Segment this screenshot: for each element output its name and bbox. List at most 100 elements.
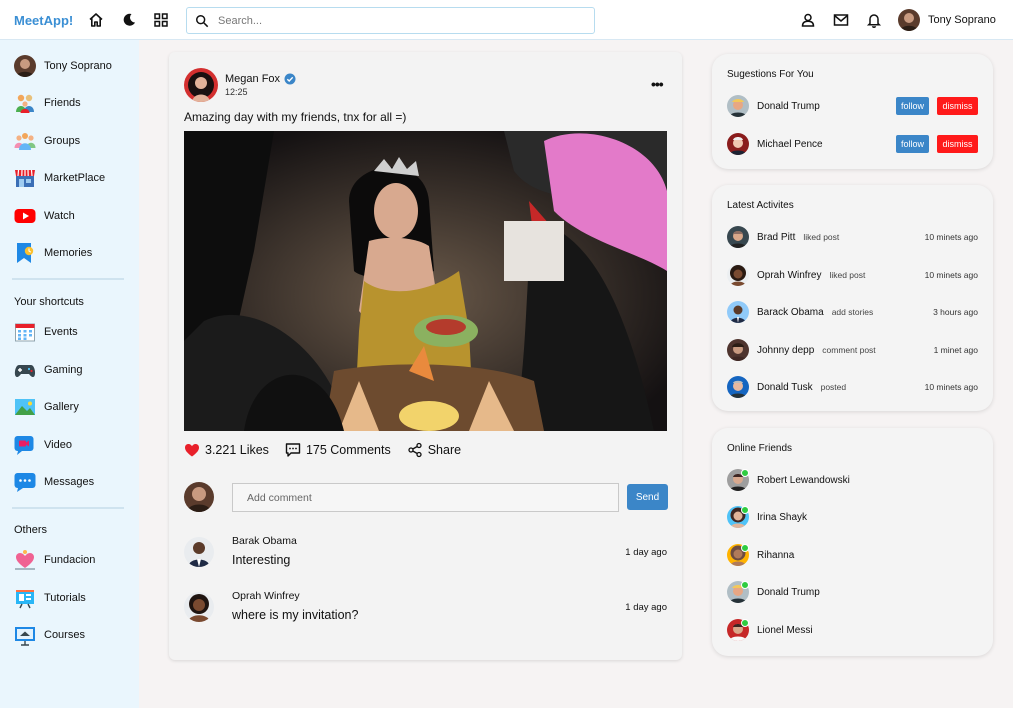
sidebar-item-fundacion[interactable]: Fundacion <box>14 548 95 572</box>
post-card: Megan Fox 12:25 ••• Amazing day with my … <box>169 52 682 660</box>
online-friend-item[interactable]: Irina Shayk <box>727 505 978 529</box>
activity-action: liked post <box>803 232 840 242</box>
friends-icon <box>14 92 36 114</box>
sidebar-item-label: Courses <box>44 629 85 641</box>
avatar[interactable] <box>727 301 749 323</box>
avatar[interactable] <box>727 264 749 286</box>
marketplace-icon <box>14 167 36 189</box>
comment-text: Interesting <box>232 553 291 567</box>
avatar[interactable] <box>184 592 214 622</box>
activity-action: comment post <box>822 345 876 355</box>
mail-icon[interactable] <box>831 10 851 30</box>
activity-user[interactable]: Brad Pitt <box>757 232 795 243</box>
comment-author[interactable]: Barak Obama <box>232 535 297 547</box>
sidebar-item-label: Fundacion <box>44 554 96 566</box>
activity-user[interactable]: Donald Tusk <box>757 382 813 393</box>
sidebar-item-watch[interactable]: Watch <box>14 204 75 228</box>
activity-user[interactable]: Oprah Winfrey <box>757 270 821 281</box>
courses-icon <box>14 624 36 646</box>
avatar <box>727 544 749 566</box>
avatar <box>184 482 214 512</box>
online-status-dot <box>741 544 749 552</box>
sidebar-item-label: Messages <box>44 476 95 488</box>
suggestions-title: Sugestions For You <box>727 69 814 80</box>
home-icon[interactable] <box>86 10 106 30</box>
comment-input[interactable] <box>232 483 619 512</box>
avatar[interactable] <box>727 376 749 398</box>
sidebar-item-friends[interactable]: Friends <box>14 91 81 115</box>
current-user-menu[interactable]: Tony Soprano <box>898 9 996 31</box>
sidebar-item-memories[interactable]: Memories <box>14 241 92 265</box>
comment-item: Oprah Winfrey where is my invitation? 1 … <box>184 590 667 630</box>
sidebar-item-video[interactable]: Video <box>14 433 72 457</box>
sidebar-item-label: Video <box>44 439 72 451</box>
comment-date: 1 day ago <box>625 602 667 613</box>
search-input[interactable] <box>218 14 578 27</box>
online-friend-item[interactable]: Robert Lewandowski <box>727 468 978 492</box>
dark-mode-icon[interactable] <box>119 10 139 30</box>
online-status-dot <box>741 506 749 514</box>
avatar[interactable] <box>727 339 749 361</box>
post-time: 12:25 <box>225 87 248 97</box>
sidebar-divider <box>12 507 124 509</box>
sidebar-item-courses[interactable]: Courses <box>14 623 85 647</box>
sidebar-item-gallery[interactable]: Gallery <box>14 395 79 419</box>
sidebar-item-tutorials[interactable]: Tutorials <box>14 586 86 610</box>
sidebar-item-groups[interactable]: Groups <box>14 129 80 153</box>
share-button[interactable]: Share <box>407 442 461 458</box>
comment-icon <box>285 443 301 457</box>
apps-grid-icon[interactable] <box>151 10 171 30</box>
comment-author[interactable]: Oprah Winfrey <box>232 590 300 602</box>
post-actions: 3.221 Likes 175 Comments Share <box>184 442 477 458</box>
suggestions-card: Sugestions For You Donald Trump follow d… <box>712 54 993 169</box>
online-friend-item[interactable]: Lionel Messi <box>727 618 978 642</box>
online-friend-item[interactable]: Donald Trump <box>727 580 978 604</box>
online-friend-item[interactable]: Rihanna <box>727 543 978 567</box>
sidebar-item-profile[interactable]: Tony Soprano <box>14 54 112 78</box>
like-button[interactable]: 3.221 Likes <box>184 442 269 458</box>
more-options-icon[interactable]: ••• <box>651 76 664 92</box>
online-friend-name: Irina Shayk <box>757 511 808 523</box>
avatar[interactable] <box>184 537 214 567</box>
profile-icon[interactable] <box>798 10 818 30</box>
notifications-bell-icon[interactable] <box>864 10 884 30</box>
sidebar-item-label: Watch <box>44 210 75 222</box>
activities-title: Latest Activites <box>727 200 794 211</box>
search-bar[interactable] <box>186 7 595 34</box>
activity-item: Oprah Winfrey liked post 10 minets ago <box>727 263 978 287</box>
sidebar-item-label: Groups <box>44 135 81 147</box>
dismiss-button[interactable]: dismiss <box>937 97 978 115</box>
suggestion-name[interactable]: Michael Pence <box>757 139 823 150</box>
search-icon <box>196 14 209 27</box>
suggestion-name[interactable]: Donald Trump <box>757 101 820 112</box>
sidebar-item-label: Tony Soprano <box>44 60 112 72</box>
comments-count: 175 Comments <box>305 443 391 457</box>
avatar[interactable] <box>727 95 749 117</box>
verified-badge-icon <box>284 73 296 85</box>
sidebar-item-events[interactable]: Events <box>14 320 78 344</box>
post-author-name[interactable]: Megan Fox <box>225 73 296 85</box>
dismiss-button[interactable]: dismiss <box>937 135 978 153</box>
avatar <box>727 469 749 491</box>
avatar <box>727 619 749 641</box>
online-status-dot <box>741 619 749 627</box>
sidebar-item-label: Gaming <box>44 364 83 376</box>
sidebar-item-messages[interactable]: Messages <box>14 470 94 494</box>
post-author-avatar[interactable] <box>184 68 218 102</box>
post-photo[interactable] <box>184 131 667 431</box>
online-friend-name: Lionel Messi <box>757 624 813 636</box>
avatar[interactable] <box>727 226 749 248</box>
avatar[interactable] <box>727 133 749 155</box>
send-comment-button[interactable]: Send <box>627 484 668 510</box>
activity-user[interactable]: Barack Obama <box>757 307 824 318</box>
follow-button[interactable]: follow <box>896 97 929 115</box>
comments-button[interactable]: 175 Comments <box>285 442 391 458</box>
follow-button[interactable]: follow <box>896 135 929 153</box>
sidebar-item-label: Events <box>44 326 78 338</box>
avatar <box>14 55 36 77</box>
sidebar-item-gaming[interactable]: Gaming <box>14 358 83 382</box>
sidebar-item-marketplace[interactable]: MarketPlace <box>14 166 105 190</box>
online-friend-name: Rihanna <box>757 549 795 561</box>
activity-user[interactable]: Johnny depp <box>757 345 814 356</box>
app-logo[interactable]: MeetApp! <box>14 13 73 28</box>
